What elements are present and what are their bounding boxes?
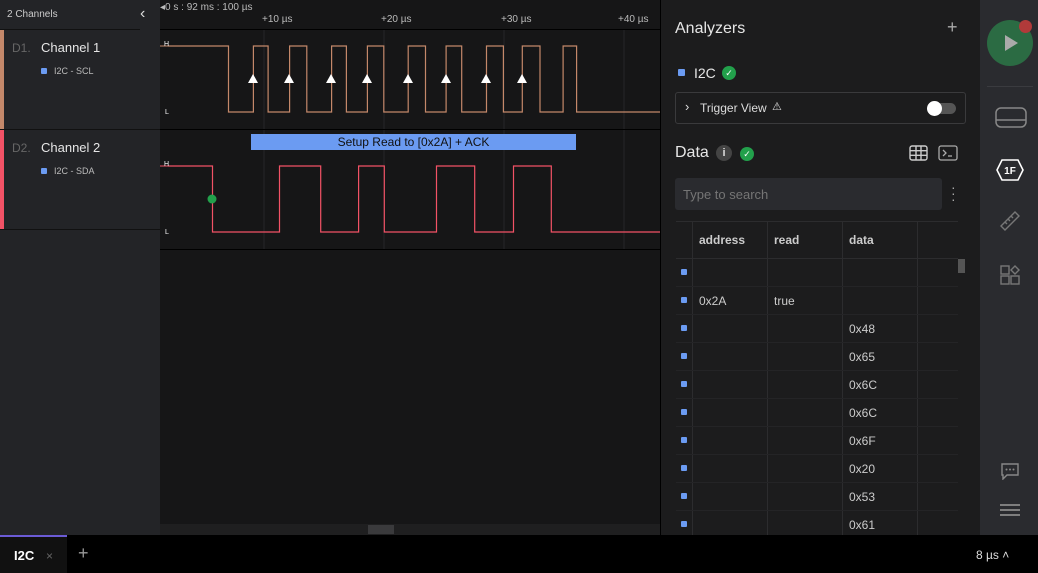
trigger-view-label: Trigger View: [700, 101, 767, 115]
time-tick: +10 µs: [262, 14, 293, 25]
data-title: Data: [675, 144, 709, 161]
extensions-icon[interactable]: [1000, 265, 1020, 285]
channel-row-1[interactable]: D1. Channel 1 I2C - SCL: [0, 30, 160, 130]
start-condition-marker: [207, 194, 217, 204]
channel-name[interactable]: Channel 2: [41, 140, 151, 155]
channel-color-bar: [0, 30, 4, 129]
level-low-label: L: [165, 229, 169, 236]
scl-waveform: [168, 45, 660, 113]
check-icon: ✓: [722, 66, 736, 80]
channel-color-bar: [0, 130, 4, 229]
session-tab[interactable]: I2C ×: [0, 535, 67, 573]
row-color-icon: [681, 465, 687, 471]
analyzers-icon[interactable]: 1F: [996, 159, 1024, 181]
feedback-chat-icon[interactable]: [1000, 462, 1020, 480]
zoom-level-label: 8 µs: [976, 548, 999, 562]
cell-address: 0x2A: [699, 294, 727, 308]
horizontal-scrollbar[interactable]: [160, 524, 660, 535]
more-options-icon[interactable]: · · ·: [951, 180, 959, 206]
device-icon[interactable]: [994, 106, 1028, 130]
check-icon: ✓: [740, 147, 754, 161]
info-icon[interactable]: i: [716, 145, 732, 161]
cell-read: true: [774, 294, 795, 308]
channel-analyzer-label: I2C - SCL: [54, 66, 94, 76]
analyzer-color-icon: [41, 68, 47, 74]
channels-header: 2 Channels: [0, 0, 140, 30]
table-row[interactable]: 0x6C: [676, 370, 958, 398]
table-scrollbar-thumb[interactable]: [958, 259, 965, 273]
row-color-icon: [681, 437, 687, 443]
cell-data: 0x6C: [849, 378, 878, 392]
cell-data: 0x53: [849, 490, 876, 504]
table-row[interactable]: [676, 258, 958, 286]
measurement-ruler-icon[interactable]: [999, 210, 1021, 232]
time-tick: +30 µs: [501, 14, 532, 25]
row-color-icon: [681, 409, 687, 415]
row-color-icon: [681, 297, 687, 303]
waveform-canvas: [160, 30, 660, 250]
table-row[interactable]: 0x20: [676, 454, 958, 482]
zoom-level[interactable]: 8 µs ˄: [976, 548, 1026, 562]
cell-data: 0x6F: [849, 434, 876, 448]
time-tick: +40 µs: [618, 14, 649, 25]
row-color-icon: [681, 381, 687, 387]
warning-icon: ⚠: [772, 101, 782, 113]
decoded-frame-bubble[interactable]: Setup Read to [0x2A] + ACK: [251, 134, 576, 150]
close-tab-icon[interactable]: ×: [46, 549, 56, 563]
cell-data: 0x6C: [849, 406, 878, 420]
bottom-bar: [0, 535, 1038, 573]
session-tab-label: I2C: [14, 548, 35, 563]
time-origin-label: 0 s : 92 ms : 100 µs: [165, 2, 253, 13]
table-row[interactable]: 0x48: [676, 314, 958, 342]
table-divider: [676, 221, 958, 222]
row-color-icon: [681, 325, 687, 331]
level-high-label: H: [164, 161, 170, 168]
row-color-icon: [681, 493, 687, 499]
channel-number: D2.: [12, 141, 31, 155]
table-row[interactable]: 0x65: [676, 342, 958, 370]
table-row[interactable]: 0x6C: [676, 398, 958, 426]
analyzers-title: Analyzers: [675, 20, 746, 37]
menu-icon[interactable]: [1000, 503, 1020, 517]
table-row[interactable]: 0x6F: [676, 426, 958, 454]
table-row[interactable]: 0x61: [676, 510, 958, 538]
table-row[interactable]: 0x2A true: [676, 286, 958, 314]
row-color-icon: [681, 353, 687, 359]
scrollbar-thumb[interactable]: [368, 525, 394, 534]
channel-name[interactable]: Channel 1: [41, 40, 151, 55]
trigger-view-toggle[interactable]: [927, 101, 956, 116]
data-search-input[interactable]: [675, 178, 942, 210]
collapse-chevron-icon[interactable]: ‹: [140, 5, 156, 23]
trigger-view-row[interactable]: › Trigger View ⚠: [675, 92, 966, 124]
svg-text:1F: 1F: [1004, 166, 1016, 177]
cell-data: 0x61: [849, 518, 876, 532]
cell-data: 0x48: [849, 322, 876, 336]
channel-number: D1.: [12, 41, 31, 55]
level-low-label: L: [165, 109, 169, 116]
terminal-view-icon[interactable]: [938, 145, 958, 161]
chevron-right-icon: ›: [685, 99, 690, 114]
row-color-icon: [681, 521, 687, 527]
analyzer-color-icon: [41, 168, 47, 174]
cell-data: 0x20: [849, 462, 876, 476]
cell-data: 0x65: [849, 350, 876, 364]
column-header-address[interactable]: address: [699, 233, 769, 247]
new-session-button[interactable]: +: [78, 543, 92, 564]
time-tick: +20 µs: [381, 14, 412, 25]
analyzer-color-icon: [678, 69, 685, 76]
record-indicator-icon: [1019, 20, 1032, 33]
channel-row-2[interactable]: D2. Channel 2 I2C - SDA: [0, 130, 160, 230]
sda-waveform: [168, 165, 660, 233]
toolbar-divider: [987, 86, 1033, 87]
level-high-label: H: [164, 41, 170, 48]
time-origin: ◂0 s : 92 ms : 100 µs: [160, 2, 253, 13]
table-view-icon[interactable]: [909, 145, 928, 161]
channel-analyzer-label: I2C - SDA: [54, 166, 95, 176]
column-header-data[interactable]: data: [849, 233, 919, 247]
analyzer-name[interactable]: I2C: [694, 65, 720, 81]
add-analyzer-button[interactable]: +: [947, 17, 961, 38]
column-header-read[interactable]: read: [774, 233, 844, 247]
table-row[interactable]: 0x53: [676, 482, 958, 510]
row-color-icon: [681, 269, 687, 275]
